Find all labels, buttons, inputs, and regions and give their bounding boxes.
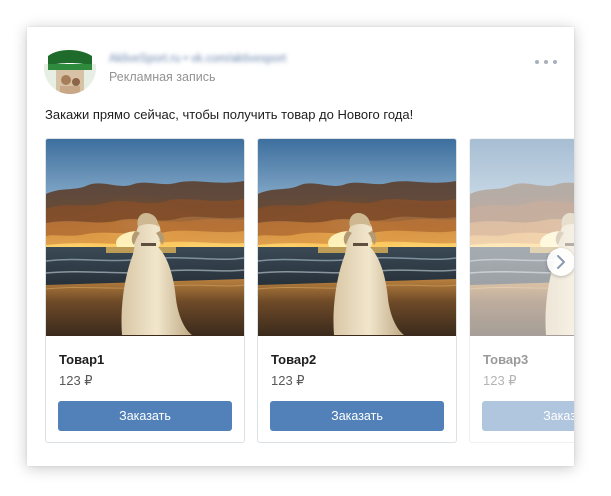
order-button[interactable]: Заказать <box>270 401 444 431</box>
product-price: 123 ₽ <box>483 373 517 388</box>
product-carousel: Товар1 123 ₽ Заказать Товар2 123 ₽ Заказ… <box>45 138 574 443</box>
product-price: 123 ₽ <box>271 373 305 388</box>
product-image[interactable] <box>46 139 244 336</box>
product-image[interactable] <box>470 139 574 336</box>
more-dots-icon[interactable] <box>535 59 557 65</box>
product-image[interactable] <box>258 139 456 336</box>
chevron-right-icon[interactable] <box>547 248 574 276</box>
author-name[interactable]: AkliveSport.ru • vk.com/aktivesport <box>109 53 377 65</box>
order-button[interactable]: Заказать <box>58 401 232 431</box>
product-card[interactable]: Товар1 123 ₽ Заказать <box>45 138 245 443</box>
product-price: 123 ₽ <box>59 373 93 388</box>
ad-label: Рекламная запись <box>109 70 216 84</box>
product-card[interactable]: Товар3 123 ₽ Заказать <box>469 138 574 443</box>
order-button[interactable]: Заказать <box>482 401 574 431</box>
product-name[interactable]: Товар2 <box>271 352 316 367</box>
post-text: Закажи прямо сейчас, чтобы получить това… <box>45 107 414 122</box>
product-name[interactable]: Товар1 <box>59 352 104 367</box>
ad-post-card: AkliveSport.ru • vk.com/aktivesport Рекл… <box>27 27 574 466</box>
avatar[interactable] <box>44 42 96 94</box>
product-name[interactable]: Товар3 <box>483 352 528 367</box>
product-card[interactable]: Товар2 123 ₽ Заказать <box>257 138 457 443</box>
